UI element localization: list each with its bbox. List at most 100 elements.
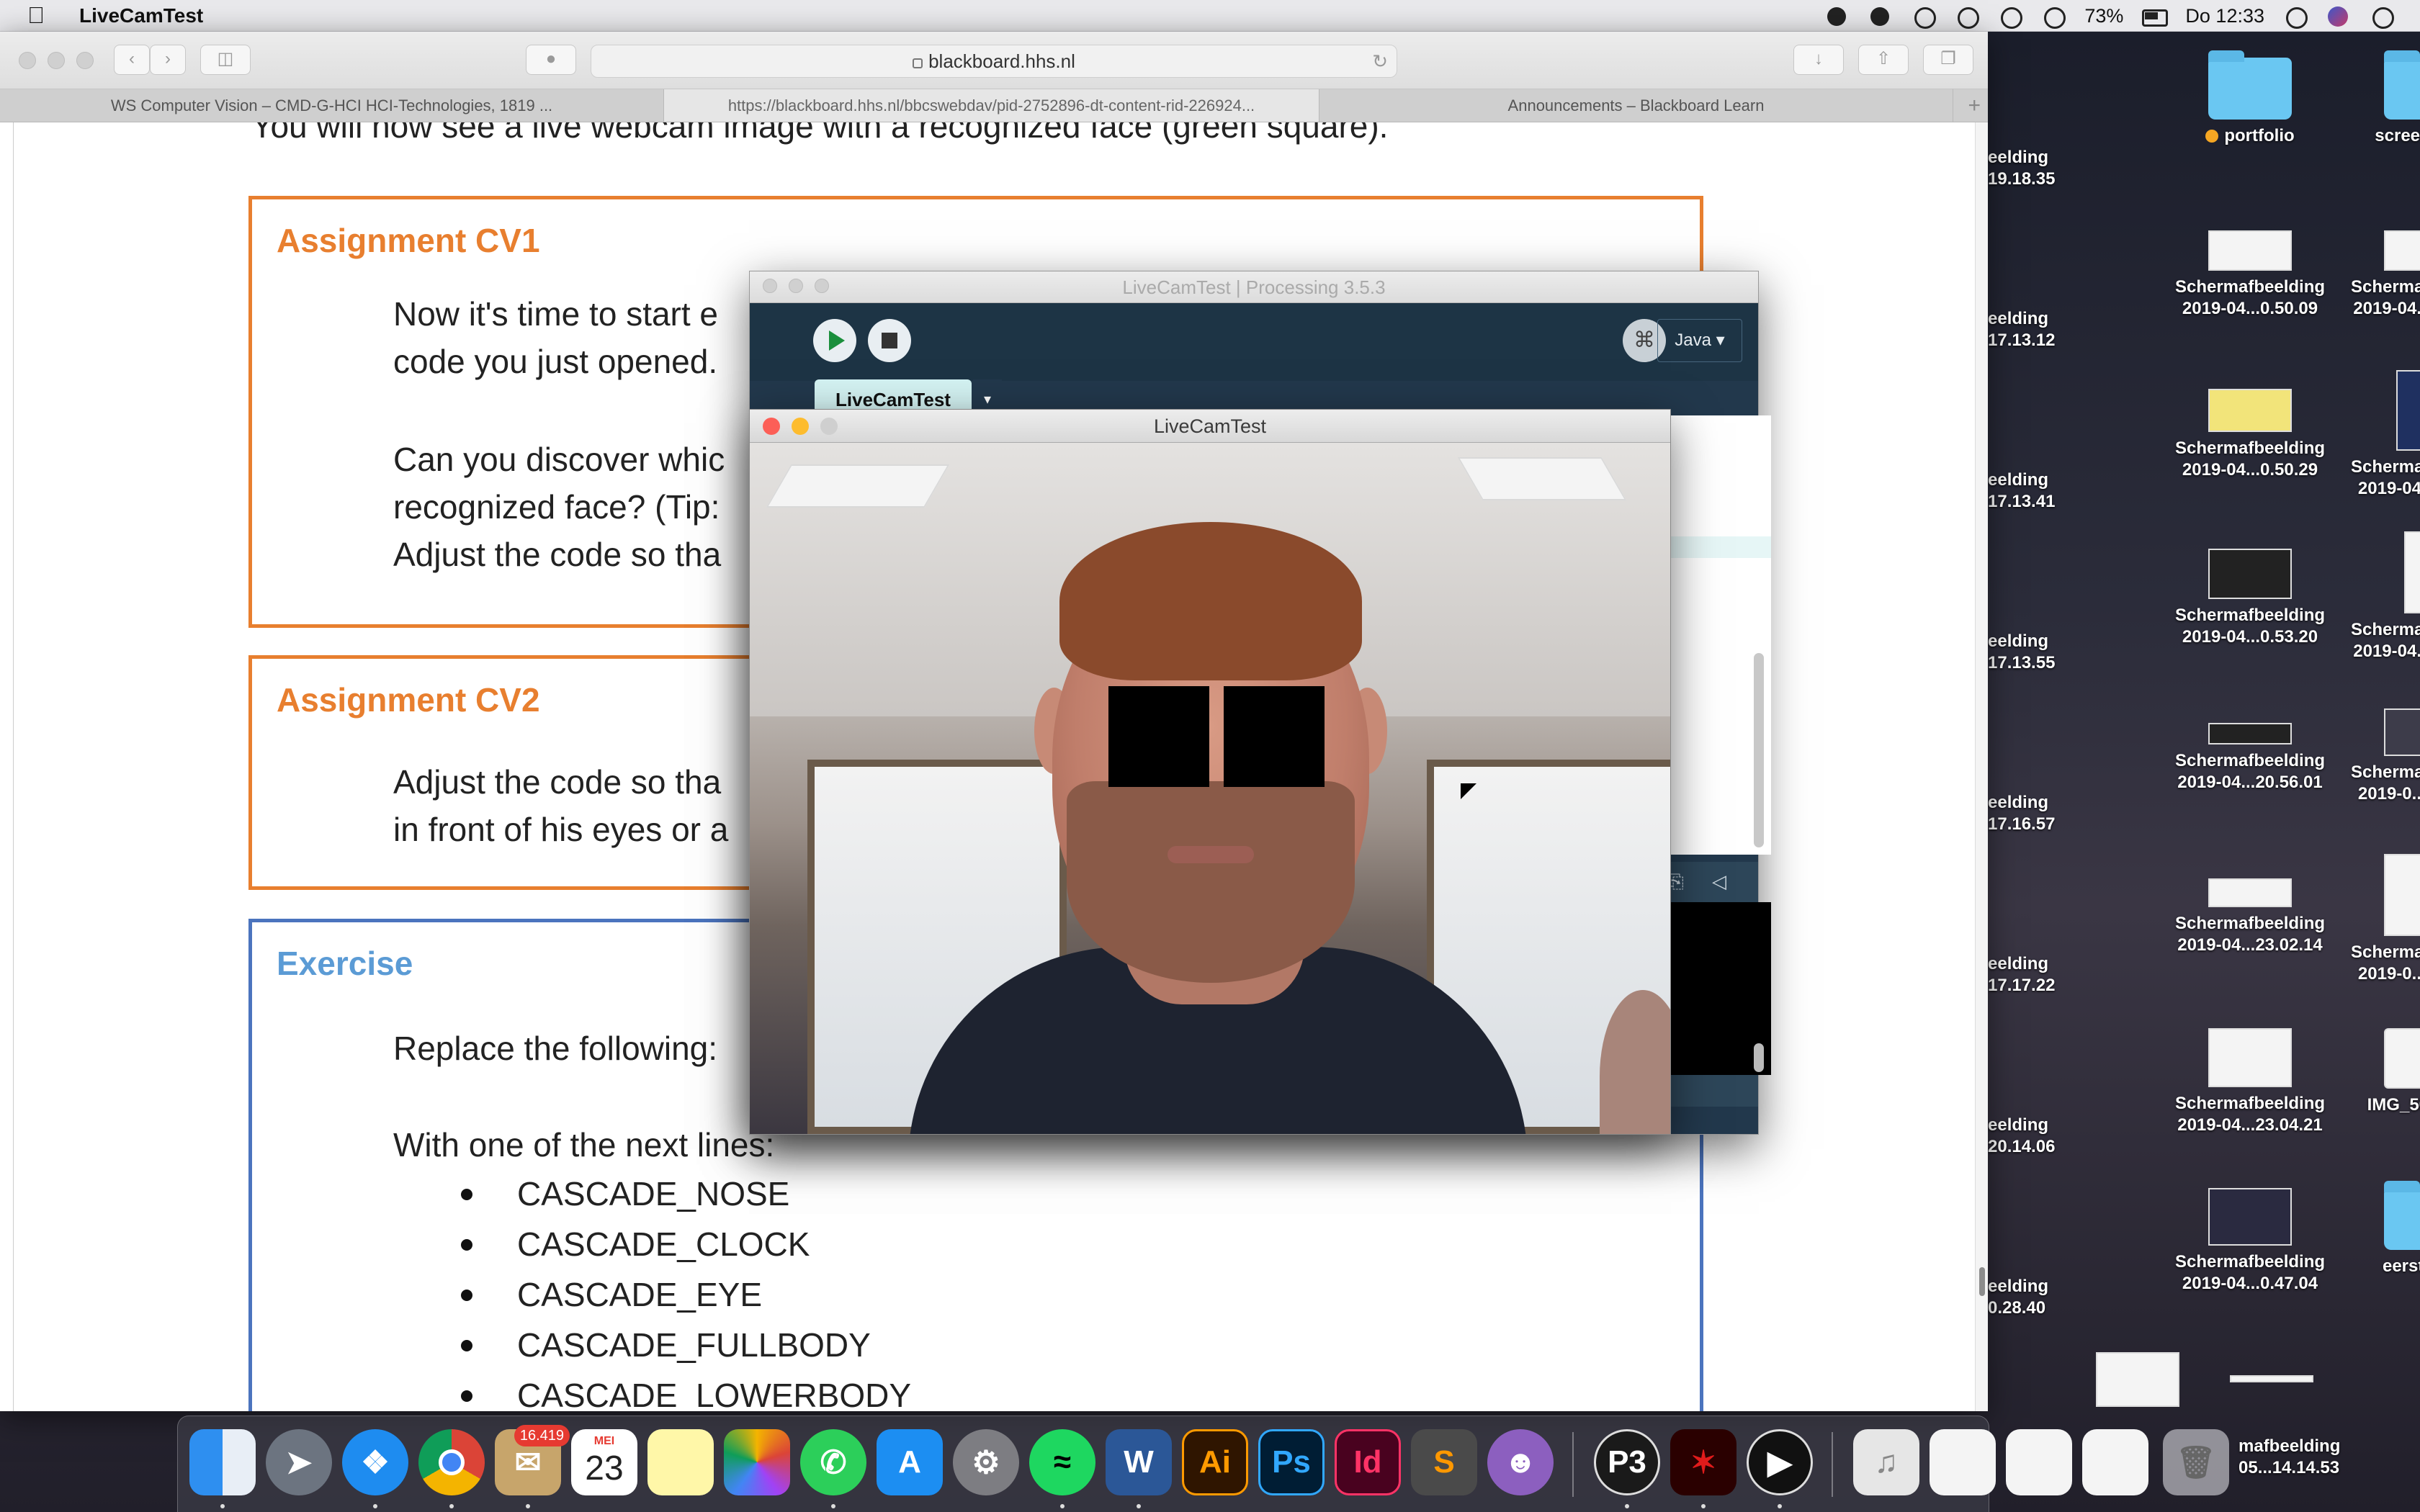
indesign-icon[interactable]: Id: [1335, 1429, 1401, 1495]
whatsapp-icon[interactable]: ✆: [800, 1429, 866, 1495]
desktop-file-screenshot[interactable]: Schermafbeelding 2019-04...23.04.21: [2149, 1028, 2351, 1136]
desktop-file-partial[interactable]: eelding 17.13.12: [1988, 308, 2055, 351]
cloud-sync-icon[interactable]: [1868, 5, 1893, 27]
stop-button[interactable]: [868, 319, 911, 362]
desktop-file-partial[interactable]: eelding 17.17.22: [1988, 953, 2055, 996]
chrome-icon[interactable]: [418, 1429, 485, 1495]
minimize-window-button[interactable]: [48, 52, 65, 69]
close-window-button[interactable]: [763, 279, 777, 293]
zoom-window-button[interactable]: [76, 52, 94, 69]
tab-bbcswebdav[interactable]: https://blackboard.hhs.nl/bbcswebdav/pid…: [664, 89, 1319, 122]
app-store-icon[interactable]: A: [877, 1429, 943, 1495]
desktop-file-partial[interactable]: mafbeelding 05...14.14.53: [2238, 1436, 2340, 1479]
reload-icon[interactable]: ↻: [1372, 45, 1388, 77]
desktop-file-screenshot[interactable]: Schermafbeelding2019-04...1.33.48: [2325, 370, 2420, 500]
desktop-file-image[interactable]: IMG_5028.png: [2325, 1028, 2420, 1116]
copy-icon[interactable]: ⎘: [1669, 870, 1684, 894]
sidebar-toggle-button[interactable]: ◫: [200, 45, 251, 75]
volume-icon[interactable]: [2041, 5, 2066, 29]
processing-icon[interactable]: P3: [1594, 1429, 1660, 1495]
new-tab-button[interactable]: +: [1968, 89, 1981, 122]
desktop-folder-screenshots[interactable]: screenshots: [2325, 50, 2420, 147]
tab-ws-computer-vision[interactable]: WS Computer Vision – CMD-G-HCI HCI-Techn…: [0, 89, 664, 122]
notes-icon[interactable]: [647, 1429, 714, 1495]
downloads-button[interactable]: ↓: [1793, 45, 1844, 75]
app-menu-name[interactable]: LiveCamTest: [79, 4, 203, 27]
zoom-window-button[interactable]: [815, 279, 829, 293]
photos-icon[interactable]: [724, 1429, 790, 1495]
github-desktop-icon[interactable]: ☻: [1487, 1429, 1554, 1495]
privacy-report-button[interactable]: ●: [526, 45, 576, 75]
desktop-file-screenshot[interactable]: Schermafbeelding 2019-04...0.53.20: [2149, 549, 2351, 648]
desktop-file-screenshot[interactable]: Schermafbeelding 2019-04...23.02.14: [2149, 878, 2351, 956]
trash-icon[interactable]: 🗑: [2163, 1429, 2229, 1495]
close-window-button[interactable]: [763, 418, 780, 435]
desktop-file-screenshot[interactable]: Schermafbeelding2019-0...19.15.52: [2325, 708, 2420, 805]
tab-announcements[interactable]: Announcements – Blackboard Learn: [1319, 89, 1953, 122]
minimize-window-button[interactable]: [792, 418, 809, 435]
scrollbar-thumb[interactable]: [1979, 1267, 1985, 1296]
screenshot-thumbnail-icon[interactable]: [2230, 1375, 2313, 1382]
acrobat-icon[interactable]: ✶: [1670, 1429, 1736, 1495]
livecamtest-app-icon[interactable]: ▶: [1747, 1429, 1813, 1495]
address-bar[interactable]: blackboard.hhs.nl ↻: [591, 45, 1397, 78]
mode-selector[interactable]: Java ▾: [1657, 319, 1742, 362]
desktop-folder-portfolio[interactable]: portfolio: [2149, 50, 2351, 147]
page-scrollbar[interactable]: [1975, 122, 1988, 1411]
calendar-icon[interactable]: MEI 23: [571, 1429, 637, 1495]
desktop-file-partial[interactable]: eelding 17.13.41: [1988, 469, 2055, 513]
illustrator-icon[interactable]: Ai: [1182, 1429, 1248, 1495]
share-button[interactable]: ⇧: [1858, 45, 1909, 75]
system-preferences-icon[interactable]: ⚙: [953, 1429, 1019, 1495]
finder-icon[interactable]: [189, 1429, 256, 1495]
battery-percent[interactable]: 73%: [2084, 5, 2123, 27]
close-window-button[interactable]: [19, 52, 36, 69]
bluetooth-icon[interactable]: [1955, 5, 1980, 29]
desktop-folder-eerste-dag[interactable]: eerste dag: [2325, 1181, 2420, 1277]
sublime-text-icon[interactable]: S: [1411, 1429, 1477, 1495]
desktop-file-screenshot[interactable]: Schermafbeelding 2019-04...0.50.29: [2149, 389, 2351, 481]
desktop-file-partial[interactable]: eelding 20.14.06: [1988, 1115, 2055, 1158]
clock[interactable]: Do 12:33: [2185, 5, 2264, 27]
running-indicator: [1701, 1504, 1706, 1508]
word-icon[interactable]: W: [1106, 1429, 1172, 1495]
recent-document-icon[interactable]: [2006, 1429, 2072, 1495]
desktop-file-screenshot[interactable]: Schermafbeelding2019-0...19.50.07: [2325, 854, 2420, 985]
minimize-window-button[interactable]: [789, 279, 803, 293]
spotlight-search-icon[interactable]: [2283, 5, 2308, 29]
forward-button[interactable]: ›: [150, 45, 186, 75]
photoshop-icon[interactable]: Ps: [1258, 1429, 1325, 1495]
screenshot-thumbnail-icon[interactable]: [2096, 1352, 2179, 1407]
desktop-file-partial[interactable]: eelding 0.28.40: [1988, 1276, 2053, 1319]
desktop-file-screenshot[interactable]: Schermafbeelding2019-04...18.50.55: [2325, 531, 2420, 662]
desktop-file-screenshot[interactable]: Schermafbeelding2019-04...16.02.53: [2325, 230, 2420, 320]
desktop-file-partial[interactable]: eelding 19.18.35: [1988, 147, 2055, 190]
mail-icon[interactable]: ✉ 16.419: [495, 1425, 570, 1495]
time-machine-icon[interactable]: [1912, 5, 1937, 29]
editor-scrollbar[interactable]: [1754, 653, 1764, 847]
notification-center-icon[interactable]: [2370, 5, 2394, 29]
battery-icon[interactable]: [2142, 5, 2169, 27]
back-button[interactable]: ‹: [114, 45, 150, 75]
recent-document-icon[interactable]: [1930, 1429, 1996, 1495]
launchpad-icon[interactable]: ➤: [266, 1429, 332, 1495]
collapse-icon[interactable]: ◁: [1712, 870, 1726, 893]
run-button[interactable]: [813, 319, 856, 362]
safari-icon[interactable]: ❖: [342, 1429, 408, 1495]
desktop-file-screenshot[interactable]: Schermafbeelding 2019-04...0.50.09: [2149, 230, 2351, 320]
console-scrollbar[interactable]: [1754, 1043, 1764, 1072]
music-folder-icon[interactable]: ♫: [1853, 1429, 1919, 1495]
desktop-file-partial[interactable]: eelding 17.13.55: [1988, 631, 2055, 674]
recent-document-icon[interactable]: [2082, 1429, 2148, 1495]
tab-overview-button[interactable]: ❐: [1923, 45, 1973, 75]
siri-icon[interactable]: [2326, 5, 2351, 27]
apple-menu-icon[interactable]: : [27, 2, 52, 29]
desktop-file-screenshot[interactable]: Schermafbeelding 2019-04...0.47.04: [2149, 1188, 2351, 1295]
wifi-icon[interactable]: [1998, 5, 2023, 29]
desktop-file-partial[interactable]: eelding 17.16.57: [1988, 792, 2055, 835]
spotify-icon[interactable]: ≈: [1029, 1429, 1095, 1495]
list-item: CASCADE_EYE: [461, 1269, 1700, 1320]
creative-cloud-icon[interactable]: [1825, 5, 1850, 27]
zoom-window-button[interactable]: [820, 418, 838, 435]
desktop-file-screenshot[interactable]: Schermafbeelding 2019-04...20.56.01: [2149, 723, 2351, 793]
